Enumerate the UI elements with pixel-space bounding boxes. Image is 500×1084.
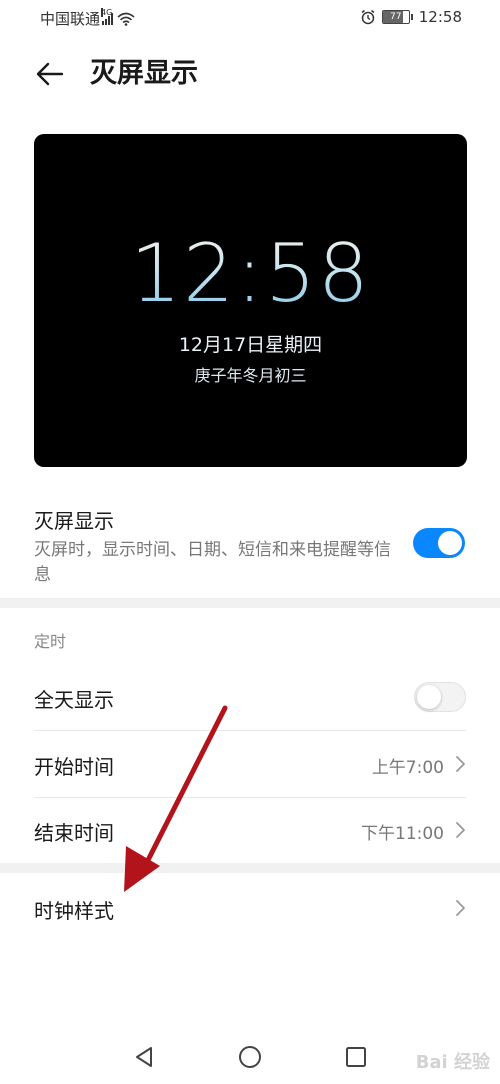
start-time-row[interactable]: 开始时间 上午7:00 xyxy=(34,731,466,797)
section-divider xyxy=(0,863,500,873)
status-bar: 中国联通 4G 77 12:58 xyxy=(0,0,500,36)
chevron-right-icon xyxy=(456,822,465,838)
all-day-switch[interactable] xyxy=(414,682,466,712)
chevron-right-icon xyxy=(456,900,465,916)
end-time-row[interactable]: 结束时间 下午11:00 xyxy=(34,797,466,863)
start-time-value: 上午7:00 xyxy=(371,758,444,778)
aod-description: 灭屏时，显示时间、日期、短信和来电提醒等信息 xyxy=(34,540,391,585)
aod-title: 灭屏显示 xyxy=(34,509,114,533)
aod-toggle-row[interactable]: 灭屏显示 灭屏时，显示时间、日期、短信和来电提醒等信息 xyxy=(0,500,500,598)
alarm-icon xyxy=(361,9,375,25)
schedule-section-label: 定时 xyxy=(34,632,67,651)
clock-style-row[interactable]: 时钟样式 xyxy=(34,875,466,941)
page-title: 灭屏显示 xyxy=(90,58,198,89)
clock-style-label: 时钟样式 xyxy=(34,899,114,923)
battery-level: 77 xyxy=(390,12,402,22)
section-divider xyxy=(0,598,500,608)
back-arrow-icon xyxy=(36,62,64,86)
aod-switch[interactable] xyxy=(413,528,465,558)
aod-preview: 12:58 12月17日星期四 庚子年冬月初三 xyxy=(34,134,467,467)
signal-icon: 4G xyxy=(101,8,114,25)
switch-knob xyxy=(438,531,462,555)
back-button[interactable] xyxy=(34,58,66,90)
circle-home-icon[interactable] xyxy=(237,1044,263,1070)
end-time-label: 结束时间 xyxy=(34,821,114,845)
status-right: 77 12:58 xyxy=(360,8,462,26)
battery-icon: 77 xyxy=(381,10,413,24)
status-left: 中国联通 4G xyxy=(40,8,135,29)
network-type: 4G xyxy=(101,8,113,17)
preview-lunar-date: 庚子年冬月初三 xyxy=(194,366,307,385)
preview-clock: 12:58 xyxy=(34,229,467,319)
watermark: Bai 经验 xyxy=(415,1052,490,1073)
square-recent-icon[interactable] xyxy=(343,1044,369,1070)
end-time-value: 下午11:00 xyxy=(361,824,444,844)
all-day-label: 全天显示 xyxy=(34,688,114,712)
wifi-icon xyxy=(117,12,135,26)
preview-date: 12月17日星期四 xyxy=(178,334,323,356)
chevron-right-icon xyxy=(456,756,465,772)
carrier-name: 中国联通 xyxy=(40,10,101,28)
app-header: 灭屏显示 xyxy=(0,50,500,98)
all-day-row[interactable]: 全天显示 xyxy=(34,664,466,730)
triangle-back-icon[interactable] xyxy=(131,1044,157,1070)
status-time: 12:58 xyxy=(418,8,462,26)
switch-knob xyxy=(417,685,441,709)
start-time-label: 开始时间 xyxy=(34,755,114,779)
